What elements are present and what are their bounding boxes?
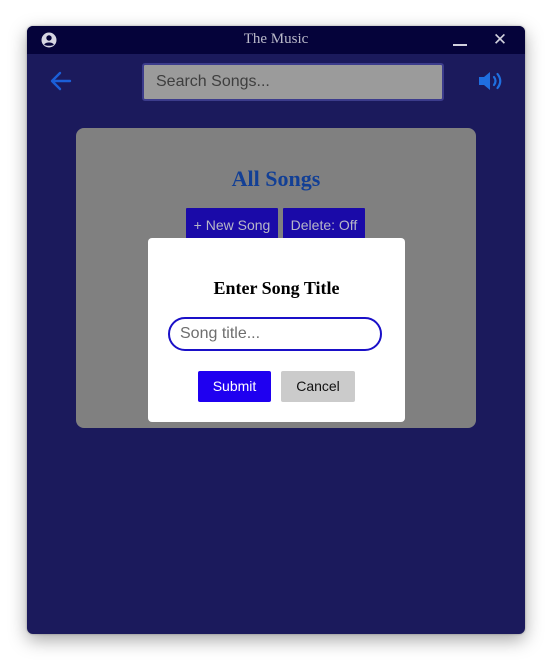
app-window: The Music ✕ All Songs + New Song Delete:… bbox=[27, 26, 525, 634]
title-bar: The Music ✕ bbox=[27, 26, 525, 54]
delete-toggle-button[interactable]: Delete: Off bbox=[283, 208, 365, 242]
close-icon[interactable]: ✕ bbox=[487, 29, 513, 51]
new-song-button[interactable]: + New Song bbox=[186, 208, 278, 242]
search-input[interactable] bbox=[142, 63, 444, 101]
volume-icon[interactable] bbox=[477, 69, 505, 93]
minimize-icon[interactable] bbox=[447, 30, 473, 50]
arrow-left-icon[interactable] bbox=[49, 70, 73, 92]
dialog-title: Enter Song Title bbox=[213, 278, 340, 298]
page-title: All Songs bbox=[231, 166, 321, 191]
cancel-button[interactable]: Cancel bbox=[281, 371, 355, 402]
song-title-input[interactable] bbox=[168, 317, 382, 351]
submit-button[interactable]: Submit bbox=[198, 371, 271, 402]
song-title-dialog: Enter Song Title Submit Cancel bbox=[148, 238, 405, 422]
